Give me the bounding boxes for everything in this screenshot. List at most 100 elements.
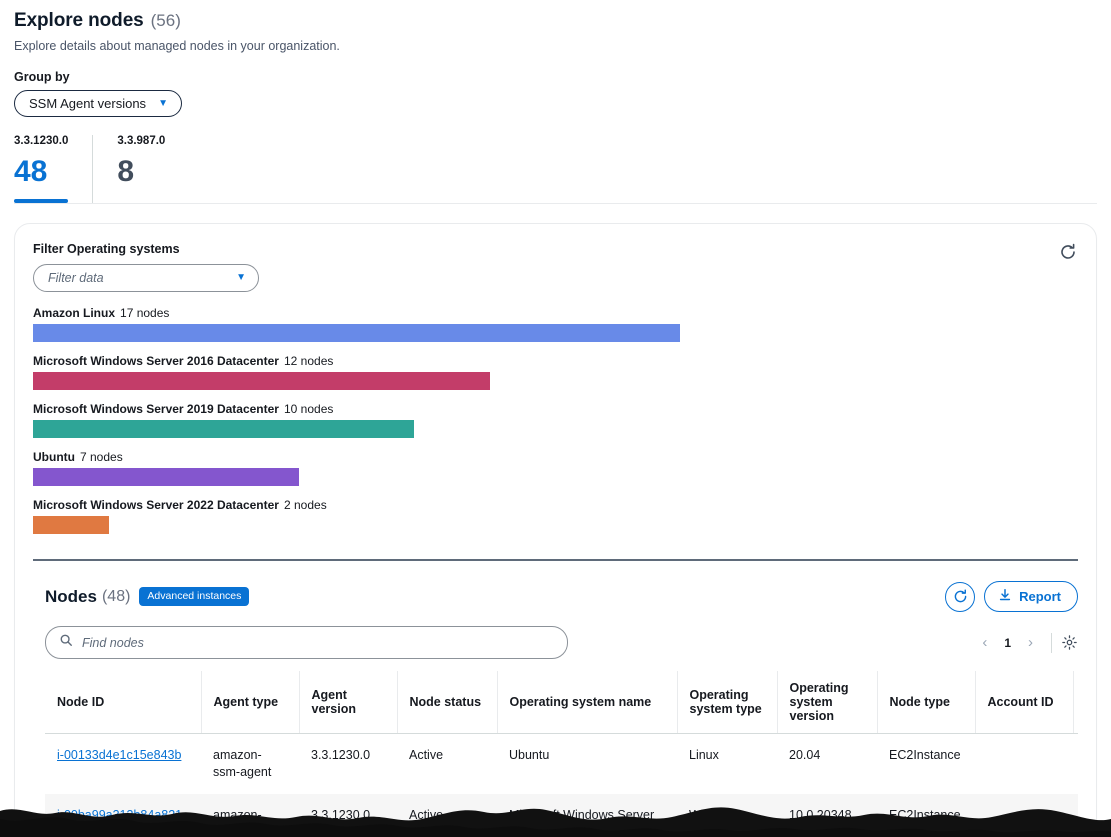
cell-region xyxy=(1073,734,1078,794)
bar-label: Amazon Linux xyxy=(33,306,115,320)
cell-os-version: 20.04 xyxy=(777,734,877,794)
nodes-section: Nodes (48) Advanced instances xyxy=(33,561,1078,837)
column-header-os-name[interactable]: Operating system name xyxy=(497,671,677,734)
cell-node-id: i-00133d4e1c15e843b xyxy=(45,734,201,794)
download-icon xyxy=(998,588,1012,605)
bar-value-label: 7 nodes xyxy=(80,450,123,464)
cell-agent-type: amazon-ssm-agent xyxy=(201,734,299,794)
filter-data-input[interactable]: Filter data ▼ xyxy=(33,264,259,292)
column-header-os-version[interactable]: Operating system version xyxy=(777,671,877,734)
chevron-down-icon: ▼ xyxy=(158,99,168,109)
cell-node-type: EC2Instance xyxy=(877,734,975,794)
column-header-region[interactable]: Region xyxy=(1073,671,1078,734)
bar-caption: Microsoft Windows Server 2016 Datacenter… xyxy=(33,354,1078,368)
nodes-table: Node ID Agent type Agent version Node st… xyxy=(45,671,1078,837)
cell-node-status: Active xyxy=(397,734,497,794)
gear-icon[interactable] xyxy=(1061,634,1078,651)
search-input[interactable]: Find nodes xyxy=(45,626,568,659)
cell-node-id: i-00ba99a313b84a821 xyxy=(45,794,201,837)
table-header-row: Node ID Agent type Agent version Node st… xyxy=(45,671,1078,734)
explore-nodes-page: Explore nodes (56) Explore details about… xyxy=(0,0,1111,837)
tab-agent-version-1[interactable]: 3.3.987.0 8 xyxy=(92,135,189,203)
status-badge: Advanced instances xyxy=(139,587,249,606)
bar-row: Microsoft Windows Server 2016 Datacenter… xyxy=(33,354,1078,390)
bar-value-label: 12 nodes xyxy=(284,354,333,368)
tabs-baseline xyxy=(14,203,1097,204)
table-row: i-00133d4e1c15e843b amazon-ssm-agent 3.3… xyxy=(45,734,1078,794)
filter-input-placeholder: Filter data xyxy=(48,271,104,285)
bar-row: Microsoft Windows Server 2022 Datacenter… xyxy=(33,498,1078,534)
group-by-selected-value: SSM Agent versions xyxy=(29,96,146,111)
bar-value-label: 10 nodes xyxy=(284,402,333,416)
bar-label: Ubuntu xyxy=(33,450,75,464)
pagination-page-1[interactable]: 1 xyxy=(998,634,1017,652)
tab-underline xyxy=(117,199,165,203)
tab-agent-version-0[interactable]: 3.3.1230.0 48 xyxy=(14,135,92,203)
cell-node-type: EC2Instance xyxy=(877,794,975,837)
title-row: Explore nodes (56) xyxy=(14,10,1097,32)
nodes-header: Nodes (48) Advanced instances xyxy=(45,581,1078,612)
bar-caption: Microsoft Windows Server 2022 Datacenter… xyxy=(33,498,1078,512)
bar-fill[interactable] xyxy=(33,516,109,534)
bar-fill[interactable] xyxy=(33,468,299,486)
node-id-link[interactable]: i-00ba99a313b84a821 xyxy=(57,808,182,822)
report-button-label: Report xyxy=(1019,589,1061,604)
tab-value: 48 xyxy=(14,157,68,187)
filter-label: Filter Operating systems xyxy=(33,242,1078,256)
bar-fill[interactable] xyxy=(33,324,680,342)
pagination-next[interactable]: › xyxy=(1019,632,1042,653)
bar-track xyxy=(33,516,1078,534)
page-description: Explore details about managed nodes in y… xyxy=(14,39,1097,53)
column-header-node-id[interactable]: Node ID xyxy=(45,671,201,734)
tab-value: 8 xyxy=(117,157,165,187)
bar-track xyxy=(33,324,1078,342)
bar-label: Microsoft Windows Server 2019 Datacenter xyxy=(33,402,279,416)
cell-account-id xyxy=(975,794,1073,837)
bar-caption: Amazon Linux 17 nodes xyxy=(33,306,1078,320)
tab-underline xyxy=(14,199,68,203)
bar-label: Microsoft Windows Server 2016 Datacenter xyxy=(33,354,279,368)
pagination: ‹ 1 › xyxy=(973,632,1078,653)
pagination-prev[interactable]: ‹ xyxy=(973,632,996,653)
bar-track xyxy=(33,372,1078,390)
nodes-title: Nodes xyxy=(45,587,97,607)
table-row: i-00ba99a313b84a821 amazon-ssm-agent 3.3… xyxy=(45,794,1078,837)
bar-row: Microsoft Windows Server 2019 Datacenter… xyxy=(33,402,1078,438)
refresh-icon[interactable] xyxy=(945,582,975,612)
page-title: Explore nodes xyxy=(14,10,144,32)
cell-agent-type: amazon-ssm-agent xyxy=(201,794,299,837)
agent-version-tabs: 3.3.1230.0 48 3.3.987.0 8 xyxy=(0,135,1111,203)
cell-os-version: 10.0.20348 xyxy=(777,794,877,837)
column-header-agent-version[interactable]: Agent version xyxy=(299,671,397,734)
cell-os-name: Ubuntu xyxy=(497,734,677,794)
bar-track xyxy=(33,420,1078,438)
group-by-select[interactable]: SSM Agent versions ▼ xyxy=(14,90,182,117)
operating-systems-filter-card: Filter Operating systems Filter data ▼ A… xyxy=(14,223,1097,837)
column-header-node-type[interactable]: Node type xyxy=(877,671,975,734)
search-input-placeholder: Find nodes xyxy=(82,636,144,650)
bar-label: Microsoft Windows Server 2022 Datacenter xyxy=(33,498,279,512)
cell-os-type: Windows xyxy=(677,794,777,837)
cell-account-id xyxy=(975,734,1073,794)
bar-caption: Microsoft Windows Server 2019 Datacenter… xyxy=(33,402,1078,416)
column-header-agent-type[interactable]: Agent type xyxy=(201,671,299,734)
bar-caption: Ubuntu 7 nodes xyxy=(33,450,1078,464)
column-header-node-status[interactable]: Node status xyxy=(397,671,497,734)
bar-value-label: 17 nodes xyxy=(120,306,169,320)
tab-label: 3.3.987.0 xyxy=(117,135,165,147)
refresh-icon[interactable] xyxy=(1058,242,1078,262)
nodes-header-actions: Report xyxy=(945,581,1078,612)
nodes-title-row: Nodes (48) Advanced instances xyxy=(45,587,249,607)
bar-fill[interactable] xyxy=(33,372,490,390)
tab-label: 3.3.1230.0 xyxy=(14,135,68,147)
bar-fill[interactable] xyxy=(33,420,414,438)
report-button[interactable]: Report xyxy=(984,581,1078,612)
cell-agent-version: 3.3.1230.0 xyxy=(299,734,397,794)
column-header-os-type[interactable]: Operating system type xyxy=(677,671,777,734)
node-id-link[interactable]: i-00133d4e1c15e843b xyxy=(57,748,181,762)
table-header: Node ID Agent type Agent version Node st… xyxy=(45,671,1078,734)
cell-agent-version: 3.3.1230.0 xyxy=(299,794,397,837)
nodes-table-wrapper: Node ID Agent type Agent version Node st… xyxy=(45,671,1078,837)
column-header-account-id[interactable]: Account ID xyxy=(975,671,1073,734)
group-by-section: Group by SSM Agent versions ▼ xyxy=(14,70,1097,117)
